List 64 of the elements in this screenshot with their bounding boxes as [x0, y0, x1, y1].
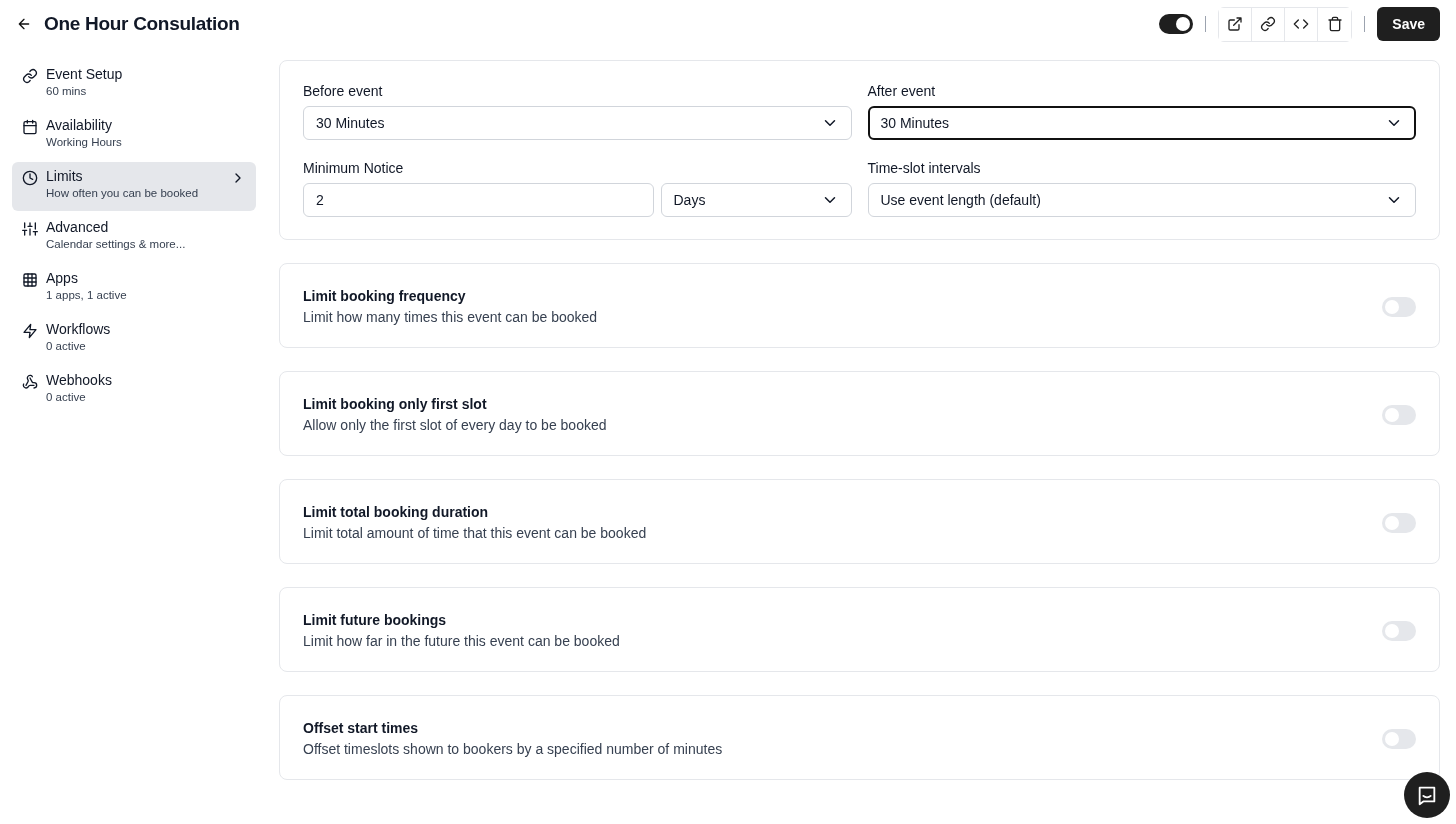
link-icon [1260, 16, 1277, 32]
item-label: Webhooks [46, 372, 113, 388]
bolt-icon [22, 323, 38, 339]
sidebar-item[interactable]: Limits How often you can be booked [12, 162, 256, 211]
link-icon [22, 68, 38, 84]
calendar-icon [22, 119, 38, 135]
sidebar-item[interactable]: Availability Working Hours [12, 111, 256, 160]
field-label: Minimum Notice [303, 160, 405, 176]
field-label: Before event [303, 83, 384, 99]
grid-icon [22, 272, 38, 288]
save-button[interactable]: Save [1377, 7, 1440, 41]
setting-description: Limit how many times this event can be booked [303, 309, 598, 325]
item-sublabel: 0 active [46, 391, 87, 403]
chat-icon [1416, 784, 1438, 806]
setting-title: Limit booking frequency [303, 288, 467, 304]
item-sublabel: 1 apps, 1 active [46, 289, 128, 301]
setting-title: Offset start times [303, 720, 420, 736]
select-dropdown[interactable]: Use event length (default) [867, 183, 1416, 217]
item-label: Advanced [46, 219, 110, 235]
item-label: Apps [46, 270, 79, 286]
toggle-switch[interactable] [1382, 728, 1416, 749]
toggle-switch[interactable] [1382, 296, 1416, 317]
setting-description: Offset timeslots shown to bookers by a specified number of minutes [303, 741, 723, 757]
code-icon [1293, 16, 1310, 32]
toggle-switch[interactable] [1382, 404, 1416, 425]
setting-title: Limit future bookings [303, 612, 448, 628]
item-sublabel: 60 mins [46, 85, 88, 97]
sliders-icon [22, 221, 38, 237]
sidebar-item[interactable]: Workflows 0 active [12, 315, 256, 364]
chat-button[interactable] [1404, 772, 1450, 818]
trash-icon [1326, 16, 1343, 32]
item-sublabel: Working Hours [46, 136, 123, 148]
input-field[interactable]: 2 [303, 183, 654, 217]
sidebar-item[interactable]: Advanced Calendar settings & more... [12, 213, 256, 262]
setting-description: Allow only the first slot of every day to be booked [303, 417, 607, 433]
item-label: Workflows [46, 321, 112, 337]
setting-description: Limit total amount of time that this event can be booked [303, 525, 647, 541]
sidebar-item[interactable]: Webhooks 0 active [12, 366, 256, 415]
page-title: One Hour Consulation [44, 13, 241, 35]
item-label: Limits [46, 168, 84, 184]
select-dropdown[interactable]: 30 Minutes [867, 106, 1416, 140]
toggle-switch[interactable] [1382, 620, 1416, 641]
setting-title: Limit booking only first slot [303, 396, 488, 412]
sidebar-item[interactable]: Event Setup 60 mins [12, 60, 256, 109]
sidebar-item[interactable]: Apps 1 apps, 1 active [12, 264, 256, 313]
external-link-icon [1227, 16, 1244, 32]
item-label: Availability [46, 117, 113, 133]
webhook-icon [22, 374, 38, 390]
external-link-button[interactable] [1219, 7, 1253, 41]
toggle-switch[interactable] [1159, 14, 1194, 34]
field-label: Time-slot intervals [867, 160, 982, 176]
item-sublabel: Calendar settings & more... [46, 238, 187, 250]
setting-title: Limit total booking duration [303, 504, 490, 520]
back-button[interactable] [16, 16, 32, 32]
field-label: After event [867, 83, 937, 99]
clock-icon [22, 170, 38, 186]
item-sublabel: 0 active [46, 340, 87, 352]
select-dropdown[interactable]: Days [660, 183, 852, 217]
setting-description: Limit how far in the future this event can be booked [303, 633, 620, 649]
toggle-switch[interactable] [1382, 512, 1416, 533]
back-arrow-icon [16, 16, 32, 32]
item-label: Event Setup [46, 66, 124, 82]
select-dropdown[interactable]: 30 Minutes [303, 106, 852, 140]
item-sublabel: How often you can be booked [46, 187, 200, 199]
